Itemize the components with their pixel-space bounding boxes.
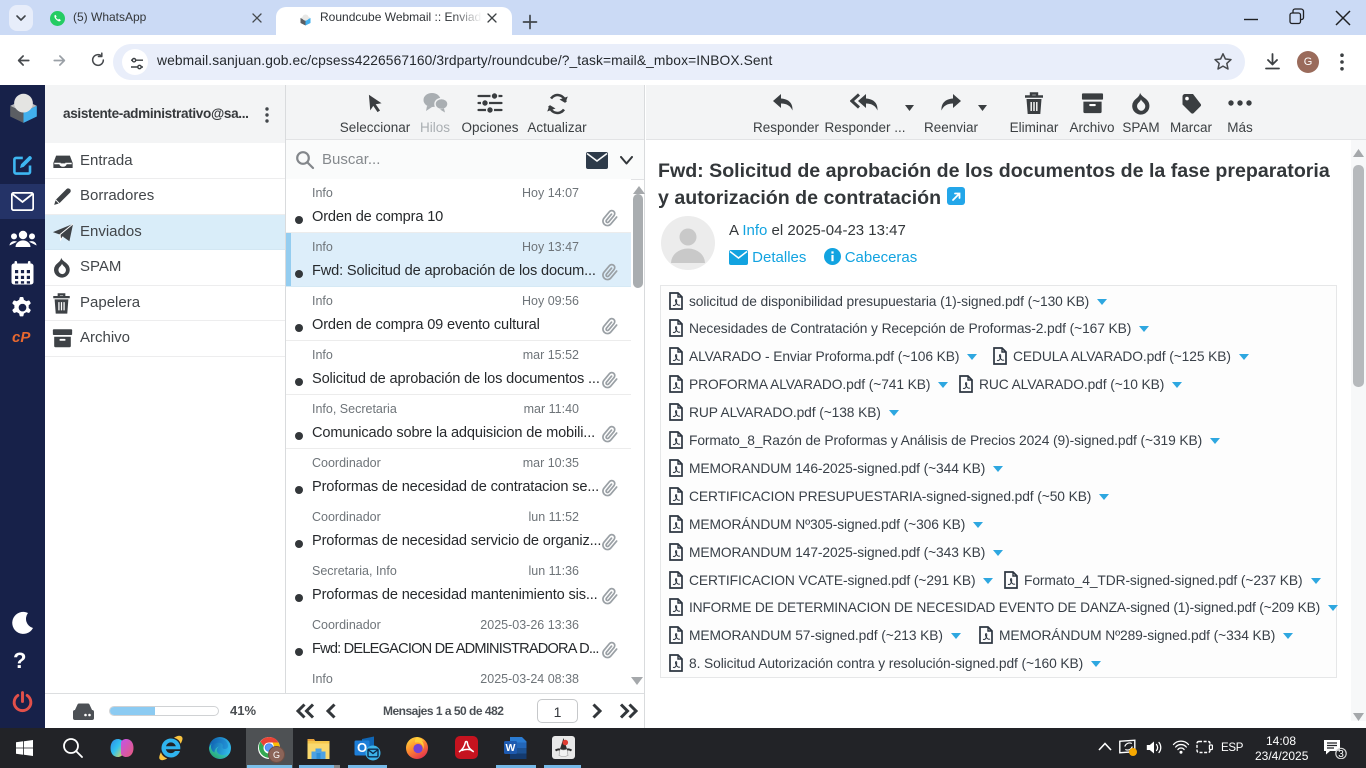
- svg-text:3: 3: [1338, 749, 1344, 759]
- svg-text:W: W: [506, 742, 516, 754]
